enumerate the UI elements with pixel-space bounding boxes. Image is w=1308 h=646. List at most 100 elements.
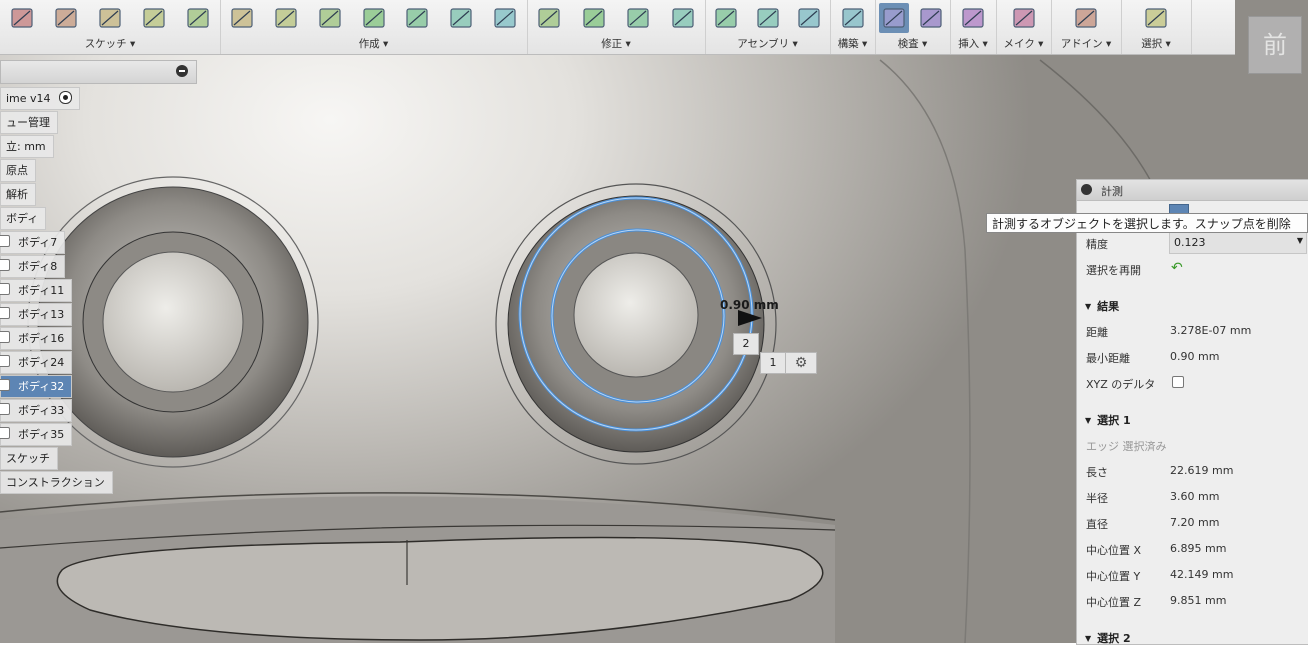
center-z-value: 9.851 mm xyxy=(1170,594,1227,607)
rectangle-icon[interactable] xyxy=(95,3,125,33)
measure-icon[interactable] xyxy=(878,3,909,33)
3d-print-icon[interactable] xyxy=(1009,3,1039,33)
visibility-checkbox[interactable] xyxy=(0,283,10,295)
split-icon[interactable] xyxy=(623,3,653,33)
distance-label: 距離 xyxy=(1086,326,1108,339)
scale-icon[interactable] xyxy=(668,3,698,33)
browser-node[interactable]: ボディ35 xyxy=(0,423,73,446)
visibility-checkbox[interactable] xyxy=(0,235,10,247)
selection2-section-title[interactable]: 選択 2 xyxy=(1085,630,1130,646)
browser-header[interactable] xyxy=(0,60,197,84)
boundary-icon[interactable] xyxy=(446,3,476,33)
visibility-checkbox[interactable] xyxy=(0,259,10,271)
line-icon[interactable] xyxy=(7,3,37,33)
distance-value: 3.278E-07 mm xyxy=(1170,324,1252,337)
toolbar-group-label[interactable]: アセンブリ ▾ xyxy=(705,36,830,51)
browser-node-label: ボディ8 xyxy=(18,260,58,273)
joint-icon[interactable] xyxy=(753,3,783,33)
browser-node-label: ボディ33 xyxy=(18,404,65,417)
reselect-icon[interactable]: ↶ xyxy=(1171,260,1183,276)
selection-label-1[interactable]: 1 xyxy=(760,352,786,374)
body-edge-line xyxy=(879,59,971,643)
toolbar-group: 構築 ▾ xyxy=(830,0,876,54)
browser-node[interactable]: 立: mm xyxy=(0,135,54,158)
section-icon[interactable] xyxy=(916,3,946,33)
press-pull-icon[interactable] xyxy=(534,3,564,33)
selection1-section-title[interactable]: 選択 1 xyxy=(1085,412,1130,428)
toolbar-group-label[interactable]: 選択 ▾ xyxy=(1121,36,1191,51)
main-toolbar: スケッチ ▾ 作成 ▾ 修正 ▾ アセンブリ ▾ 構築 ▾ 検査 ▾ 挿入 ▾ メイク ▾ アド… xyxy=(0,0,1235,55)
visibility-checkbox[interactable] xyxy=(0,427,10,439)
toolbar-group: 作成 ▾ xyxy=(220,0,528,54)
toolbar-group-label[interactable]: アドイン ▾ xyxy=(1051,36,1121,51)
collapse-icon[interactable] xyxy=(1081,184,1092,195)
browser-node[interactable]: ボディ32 xyxy=(0,375,73,398)
browser-node[interactable]: ボディ24 xyxy=(0,351,73,374)
gear-icon[interactable]: ⚙ xyxy=(785,352,817,374)
browser-node-label: ime v14 xyxy=(6,92,51,105)
arc-icon[interactable] xyxy=(183,3,213,33)
thicken-icon[interactable] xyxy=(402,3,432,33)
as-built-icon[interactable] xyxy=(794,3,824,33)
browser-node-label: ボディ13 xyxy=(18,308,65,321)
toolbar-group-label[interactable]: 挿入 ▾ xyxy=(950,36,996,51)
browser-node[interactable]: 解析 xyxy=(0,183,36,206)
selection-label-2[interactable]: 2 xyxy=(733,333,759,355)
browser-node-label: ボディ16 xyxy=(18,332,65,345)
insert-image-icon[interactable] xyxy=(958,3,988,33)
activate-radio-icon[interactable] xyxy=(58,91,72,104)
xyz-delta-label: XYZ のデルタ xyxy=(1086,378,1156,391)
offset-plane-icon[interactable] xyxy=(838,3,868,33)
browser-node-label: ボディ xyxy=(6,212,39,225)
xyz-delta-checkbox[interactable] xyxy=(1172,376,1184,388)
measure-panel-header[interactable]: 計測 xyxy=(1077,180,1308,201)
toolbar-group-label[interactable]: スケッチ ▾ xyxy=(0,36,220,51)
precision-select[interactable]: 0.123 ▼ xyxy=(1169,232,1307,254)
browser-node[interactable]: ボディ8 xyxy=(0,255,66,278)
toolbar-group: 挿入 ▾ xyxy=(950,0,997,54)
toolbar-group: 修正 ▾ xyxy=(527,0,706,54)
visibility-checkbox[interactable] xyxy=(0,379,10,391)
toolbar-group-label[interactable]: 検査 ▾ xyxy=(875,36,950,51)
toolbar-group-label[interactable]: メイク ▾ xyxy=(996,36,1051,51)
pattern-icon[interactable] xyxy=(315,3,345,33)
browser-node[interactable]: ボディ33 xyxy=(0,399,73,422)
toolbar-group-label[interactable]: 修正 ▾ xyxy=(527,36,705,51)
browser-node[interactable]: ime v14 xyxy=(0,87,80,110)
length-label: 長さ xyxy=(1086,466,1108,479)
browser-node[interactable]: ボディ16 xyxy=(0,327,73,350)
browser-node[interactable]: ュー管理 xyxy=(0,111,58,134)
view-cube[interactable]: 前 xyxy=(1248,16,1302,74)
browser-node[interactable]: 原点 xyxy=(0,159,36,182)
toolbar-group-label[interactable]: 構築 ▾ xyxy=(830,36,875,51)
visibility-checkbox[interactable] xyxy=(0,403,10,415)
toolbar-group: メイク ▾ xyxy=(996,0,1052,54)
circle-icon[interactable] xyxy=(51,3,81,33)
toolbar-group-label[interactable]: 作成 ▾ xyxy=(220,36,527,51)
offset-icon[interactable] xyxy=(139,3,169,33)
browser-node-label: ボディ24 xyxy=(18,356,65,369)
measure-panel-title: 計測 xyxy=(1101,185,1123,198)
results-section-title[interactable]: 結果 xyxy=(1085,298,1119,314)
browser-node[interactable]: スケッチ xyxy=(0,447,58,470)
convert-icon[interactable] xyxy=(490,3,520,33)
mirror-icon[interactable] xyxy=(359,3,389,33)
fillet-icon[interactable] xyxy=(579,3,609,33)
box-icon[interactable] xyxy=(227,3,257,33)
browser-node[interactable]: コンストラクション xyxy=(0,471,113,494)
browser-node[interactable]: ボディ7 xyxy=(0,231,66,254)
new-component-icon[interactable] xyxy=(711,3,741,33)
browser-node[interactable]: ボディ13 xyxy=(0,303,73,326)
visibility-checkbox[interactable] xyxy=(0,307,10,319)
browser-node[interactable]: ボディ11 xyxy=(0,279,73,302)
browser-node[interactable]: ボディ xyxy=(0,207,47,230)
visibility-checkbox[interactable] xyxy=(0,355,10,367)
visibility-checkbox[interactable] xyxy=(0,331,10,343)
scripts-icon[interactable] xyxy=(1071,3,1101,33)
collapse-icon[interactable] xyxy=(176,65,188,77)
precision-label: 精度 xyxy=(1086,238,1108,251)
browser-node-label: ボディ32 xyxy=(18,380,65,393)
toolbar-group: 検査 ▾ xyxy=(875,0,951,54)
select-icon[interactable] xyxy=(1141,3,1171,33)
form-icon[interactable] xyxy=(271,3,301,33)
